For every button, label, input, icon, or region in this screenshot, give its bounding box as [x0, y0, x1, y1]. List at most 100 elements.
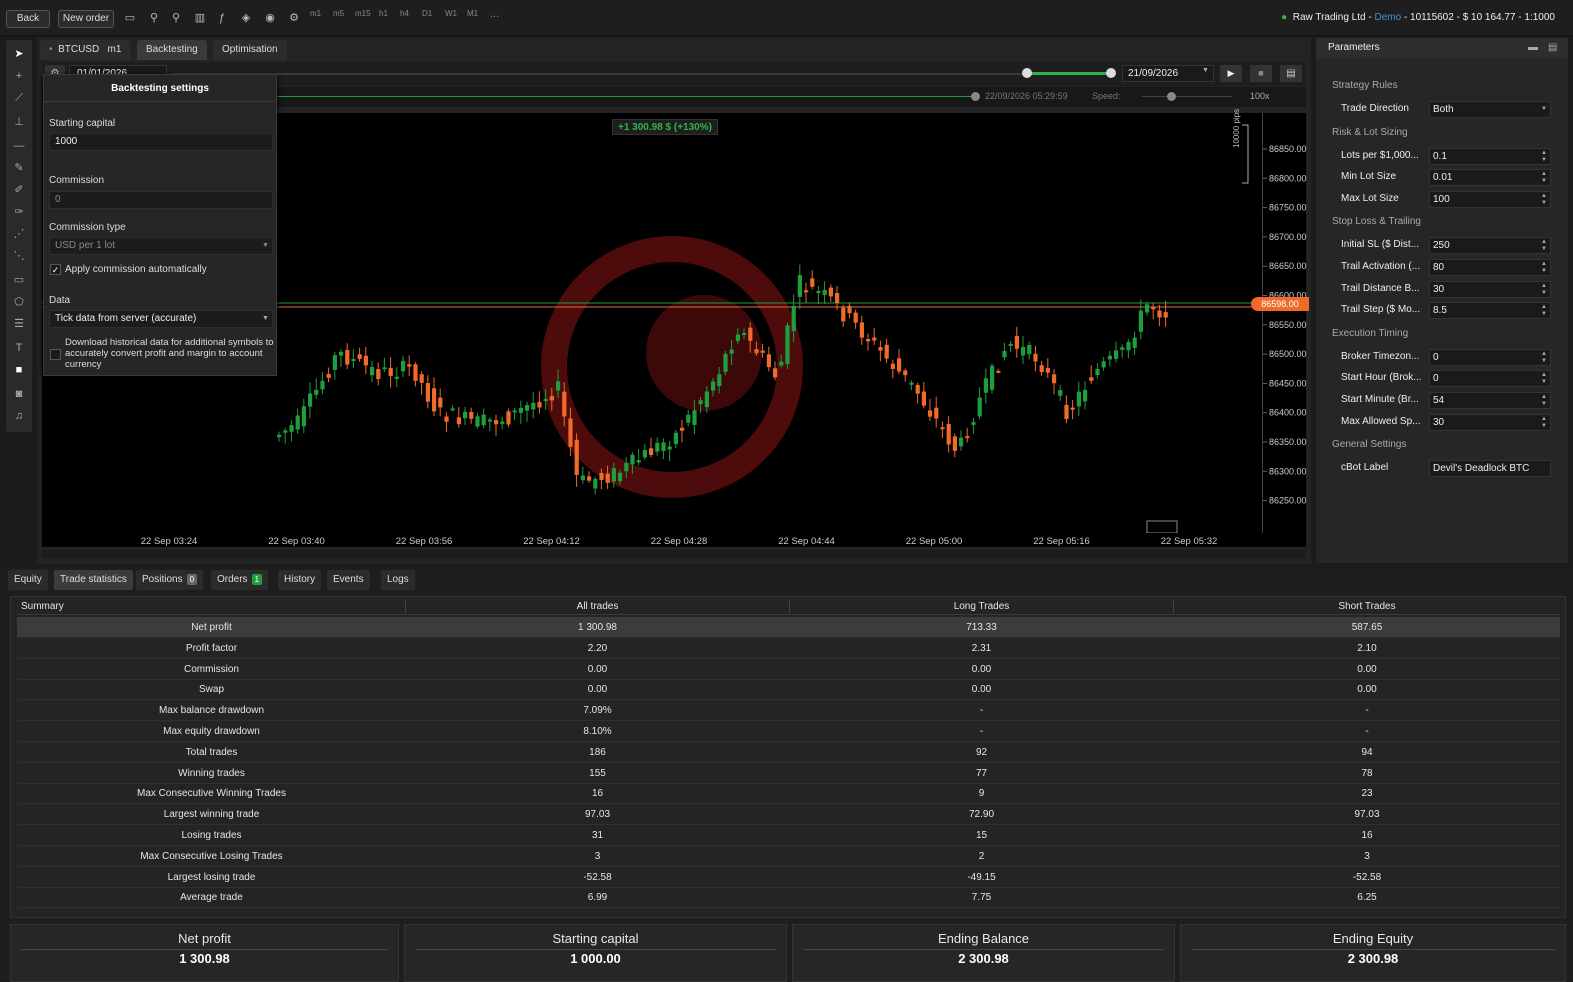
table-row[interactable]: Max Consecutive Losing Trades 3 2 3	[17, 846, 1560, 867]
table-row[interactable]: Profit factor 2.20 2.31 2.10	[17, 638, 1560, 659]
table-row[interactable]: Max equity drawdown 8.10% - -	[17, 721, 1560, 742]
load-params-icon[interactable]: ▬	[1528, 42, 1538, 53]
timeframe-h4[interactable]: h4	[400, 9, 409, 18]
spinner-arrows-icon[interactable]: ▲ ▼	[1541, 150, 1547, 164]
table-row[interactable]: Largest winning trade 97.03 72.90 97.03	[17, 804, 1560, 826]
dropdown-arrow-icon[interactable]: ▼	[1541, 106, 1547, 113]
rectangle-icon[interactable]: ▭	[11, 272, 27, 288]
timeframe-m1[interactable]: m1	[310, 9, 321, 18]
param-value-input[interactable]: 30 ▲ ▼	[1429, 280, 1551, 298]
measure-icon[interactable]: ⊥	[11, 114, 27, 130]
pen-icon[interactable]: ✎	[11, 160, 27, 176]
crosshair-icon[interactable]: +	[11, 68, 27, 84]
data-source-select[interactable]: Tick data from server (accurate)	[49, 310, 273, 328]
horizontal-line-icon[interactable]: —	[11, 138, 27, 154]
param-value-input[interactable]: 8.5 ▲ ▼	[1429, 302, 1551, 320]
cursor-icon[interactable]: ➤	[11, 46, 27, 62]
spinner-arrows-icon[interactable]: ▲ ▼	[1541, 416, 1547, 430]
tab-events[interactable]: Events	[327, 570, 370, 590]
pattern-icon[interactable]: ⬠	[11, 294, 27, 310]
spinner-arrows-icon[interactable]: ▲ ▼	[1541, 304, 1547, 318]
more-timeframes-icon[interactable]: ...	[490, 8, 499, 20]
timeframe-d1[interactable]: D1	[422, 9, 432, 18]
param-value-input[interactable]: Devil's Deadlock BTC	[1429, 460, 1551, 478]
play-button[interactable]: ▶	[1220, 65, 1242, 82]
spinner-arrows-icon[interactable]: ▲ ▼	[1541, 394, 1547, 408]
tab-backtesting[interactable]: Backtesting	[137, 40, 207, 60]
table-row[interactable]: Largest losing trade -52.58 -49.15 -52.58	[17, 867, 1560, 888]
back-button[interactable]: Back	[6, 10, 50, 28]
param-value-input[interactable]: 250 ▲ ▼	[1429, 237, 1551, 255]
apply-commission-checkbox[interactable]: ✓	[50, 264, 61, 275]
commission-type-select[interactable]: USD per 1 lot	[49, 237, 273, 255]
table-row[interactable]: Net profit 1 300.98 713.33 587.65	[17, 617, 1560, 638]
param-value-input[interactable]: 30 ▲ ▼	[1429, 413, 1551, 431]
alert-bell-icon[interactable]: ♫	[11, 408, 27, 424]
param-value-input[interactable]: 0 ▲ ▼	[1429, 370, 1551, 388]
spinner-arrows-icon[interactable]: ▲ ▼	[1541, 239, 1547, 253]
price-scale[interactable]: 86850.00 86800.00 86750.00 86700.00 86650.00…	[1251, 113, 1309, 533]
tab-symbol[interactable]: • BTCUSD m1	[40, 40, 131, 60]
spinner-arrows-icon[interactable]: ▲ ▼	[1541, 171, 1547, 185]
layout-icon[interactable]: ▭	[122, 10, 138, 26]
table-row[interactable]: Total trades 186 92 94	[17, 742, 1560, 763]
table-row[interactable]: Winning trades 155 77 78	[17, 763, 1560, 784]
table-row[interactable]: Losing trades 31 15 16	[17, 825, 1560, 846]
indicators-icon[interactable]: ƒ	[214, 10, 230, 26]
commission-input[interactable]: 0	[49, 191, 273, 209]
range-end-handle[interactable]	[1106, 68, 1116, 78]
spinner-arrows-icon[interactable]: ▲ ▼	[1541, 351, 1547, 365]
timeframe-m15[interactable]: m15	[355, 9, 371, 18]
table-row[interactable]: Max Consecutive Winning Trades 16 9 23	[17, 783, 1560, 805]
chart-horizontal-scrollbar[interactable]	[42, 550, 1306, 558]
param-value-input[interactable]: 0.1 ▲ ▼	[1429, 147, 1551, 165]
text-icon[interactable]: T	[11, 340, 27, 356]
layers-icon[interactable]: ◈	[238, 10, 254, 26]
timeframe-h1[interactable]: h1	[379, 9, 388, 18]
account-info[interactable]: ● Raw Trading Ltd - Demo - 10115602 - $ …	[1281, 12, 1555, 23]
playback-handle[interactable]	[971, 92, 980, 101]
table-row[interactable]: Commission 0.00 0.00 0.00	[17, 659, 1560, 680]
fibonacci-icon[interactable]: ☰	[11, 316, 27, 332]
table-row[interactable]: Max balance drawdown 7.09% - -	[17, 700, 1560, 722]
camera-icon[interactable]: ◙	[11, 386, 27, 402]
channel-icon[interactable]: ⋰	[11, 226, 27, 242]
tab-logs[interactable]: Logs	[381, 570, 415, 590]
spinner-arrows-icon[interactable]: ▲ ▼	[1541, 372, 1547, 386]
param-value-input[interactable]: Both ▼	[1429, 101, 1551, 118]
data-source-dropdown-icon[interactable]: ▼	[262, 315, 269, 322]
scroll-marker[interactable]	[1146, 520, 1178, 533]
tab-orders[interactable]: Orders 1	[211, 570, 269, 590]
time-scale[interactable]: 22 Sep 03:24 22 Sep 03:40 22 Sep 03:56 22 S…	[42, 533, 1306, 547]
table-row[interactable]: Average trade 6.99 7.75 6.25	[17, 887, 1560, 909]
tab-optimisation[interactable]: Optimisation	[213, 40, 287, 60]
trendline-icon[interactable]: ⟋	[11, 90, 27, 106]
end-date-input[interactable]: 21/09/2026	[1122, 65, 1214, 82]
param-value-input[interactable]: 54 ▲ ▼	[1429, 392, 1551, 409]
zoom-in-icon[interactable]: ⚲	[146, 10, 162, 26]
param-value-input[interactable]: 0.01 ▲ ▼	[1429, 169, 1551, 187]
new-order-button[interactable]: New order	[58, 10, 114, 28]
spinner-arrows-icon[interactable]: ▲ ▼	[1541, 283, 1547, 297]
color-icon[interactable]: ■	[11, 362, 27, 378]
tab-trade-statistics[interactable]: Trade statistics	[54, 570, 133, 590]
param-value-input[interactable]: 80 ▲ ▼	[1429, 259, 1551, 276]
spinner-arrows-icon[interactable]: ▲ ▼	[1541, 261, 1547, 275]
timeframe-m5[interactable]: m5	[333, 9, 344, 18]
speed-handle[interactable]	[1167, 92, 1176, 101]
tab-equity[interactable]: Equity	[8, 570, 48, 590]
settings-icon[interactable]: ⚙	[286, 10, 302, 26]
range-start-handle[interactable]	[1022, 68, 1032, 78]
param-value-input[interactable]: 0 ▲ ▼	[1429, 348, 1551, 366]
marker-icon[interactable]: ✑	[11, 204, 27, 220]
save-report-icon[interactable]: ▤	[1280, 65, 1302, 82]
fan-icon[interactable]: ⋱	[11, 248, 27, 264]
download-history-checkbox[interactable]	[50, 349, 61, 360]
end-date-dropdown-icon[interactable]: ▼	[1202, 67, 1209, 74]
save-params-icon[interactable]: ▤	[1548, 42, 1557, 53]
brush-icon[interactable]: ✐	[11, 182, 27, 198]
spinner-arrows-icon[interactable]: ▲ ▼	[1541, 193, 1547, 207]
zoom-out-icon[interactable]: ⚲	[168, 10, 184, 26]
table-row[interactable]: Swap 0.00 0.00 0.00	[17, 679, 1560, 701]
timeframe-w1[interactable]: W1	[445, 9, 457, 18]
